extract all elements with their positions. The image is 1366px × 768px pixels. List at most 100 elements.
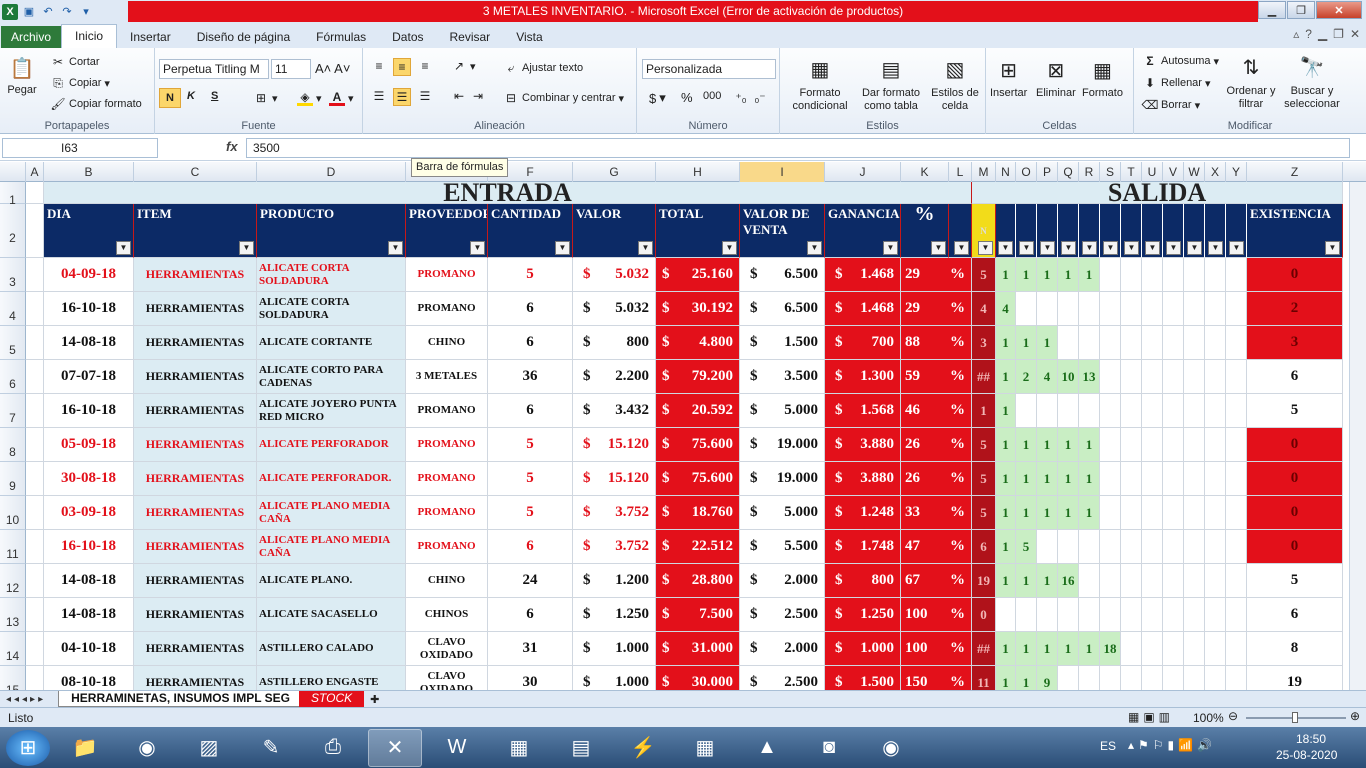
cell-venta[interactable]: $2.500 xyxy=(740,598,825,632)
cell-existencia[interactable]: 0 xyxy=(1247,428,1343,462)
cell-salida-o[interactable]: 5 xyxy=(1016,530,1037,564)
cell-dia[interactable]: 16-10-18 xyxy=(44,292,134,326)
taskbar-app-3[interactable]: ▨ xyxy=(182,729,236,767)
taskbar-explorer[interactable]: 📁 xyxy=(58,729,112,767)
taskbar-app-8[interactable]: ▦ xyxy=(492,729,546,767)
cell-venta[interactable]: $1.500 xyxy=(740,326,825,360)
fx-icon[interactable]: fx xyxy=(226,139,238,154)
zoom-level[interactable]: 100% xyxy=(1193,711,1224,725)
cell-n[interactable]: 0 xyxy=(972,598,996,632)
cell-salida-u[interactable] xyxy=(1142,530,1163,564)
cell-dia[interactable]: 07-07-18 xyxy=(44,360,134,394)
header-valor[interactable]: VALOR ▼ xyxy=(573,204,656,258)
cell-a[interactable] xyxy=(26,496,44,530)
cell-salida-y[interactable] xyxy=(1226,258,1247,292)
cell-dia[interactable]: 03-09-18 xyxy=(44,496,134,530)
filter-dropdown-icon[interactable]: ▼ xyxy=(1124,241,1139,255)
filter-dropdown-icon[interactable]: ▼ xyxy=(1229,241,1244,255)
cell-salida-y[interactable] xyxy=(1226,394,1247,428)
cell-venta[interactable]: $19.000 xyxy=(740,428,825,462)
cell-salida-s[interactable] xyxy=(1100,428,1121,462)
format-as-table-button[interactable]: ▤ Dar formato como tabla xyxy=(856,54,926,113)
tab-diseno-pagina[interactable]: Diseño de página xyxy=(184,26,303,48)
cell-valor[interactable]: $1.250 xyxy=(573,598,656,632)
customize-qat-icon[interactable]: ▾ xyxy=(78,4,94,20)
cell-salida-u[interactable] xyxy=(1142,462,1163,496)
cell-salida-o[interactable]: 1 xyxy=(1016,496,1037,530)
cell-n[interactable]: 11 xyxy=(972,666,996,690)
cell-venta[interactable]: $5.000 xyxy=(740,394,825,428)
cell-salida-y[interactable] xyxy=(1226,292,1247,326)
cell-salida-u[interactable] xyxy=(1142,394,1163,428)
column-header-t[interactable]: T xyxy=(1121,162,1142,182)
taskbar-chrome[interactable]: ◉ xyxy=(120,729,174,767)
taskbar-app-4[interactable]: ✎ xyxy=(244,729,298,767)
cell-dia[interactable]: 16-10-18 xyxy=(44,394,134,428)
column-header-w[interactable]: W xyxy=(1184,162,1205,182)
cell-existencia[interactable]: 2 xyxy=(1247,292,1343,326)
font-size-combo[interactable]: 11 xyxy=(271,59,311,79)
filter-dropdown-icon[interactable]: ▼ xyxy=(1325,241,1340,255)
italic-button[interactable]: K xyxy=(187,90,195,102)
cell-a[interactable] xyxy=(26,428,44,462)
align-top-button[interactable]: ≡ xyxy=(371,58,387,74)
cell-salida-r[interactable]: 1 xyxy=(1079,428,1100,462)
header-salida-p[interactable]: ▼ xyxy=(1037,204,1058,258)
cell-salida-y[interactable] xyxy=(1226,564,1247,598)
cell-a1[interactable] xyxy=(26,182,44,204)
cell-salida-r[interactable] xyxy=(1079,326,1100,360)
cell-salida-n[interactable]: 1 xyxy=(996,666,1016,690)
cell-cantidad[interactable]: 6 xyxy=(488,394,573,428)
cell-ganancia[interactable]: $1.300 xyxy=(825,360,901,394)
cell-producto[interactable]: ALICATE JOYERO PUNTA RED MICRO xyxy=(257,394,406,428)
taskbar-zoom[interactable]: ◙ xyxy=(802,729,856,767)
row-header-13[interactable]: 13 xyxy=(0,598,26,632)
sheet-tab-stock[interactable]: STOCK xyxy=(299,691,365,707)
cell-proveedor[interactable]: PROMANO xyxy=(406,394,488,428)
cell-a[interactable] xyxy=(26,632,44,666)
cell-valor[interactable]: $3.752 xyxy=(573,496,656,530)
cell-ganancia[interactable]: $1.468 xyxy=(825,258,901,292)
cell-proveedor[interactable]: CHINO xyxy=(406,564,488,598)
currency-button[interactable]: $ ▾ xyxy=(649,90,666,106)
cell-n[interactable]: 1 xyxy=(972,394,996,428)
cell-salida-v[interactable] xyxy=(1163,428,1184,462)
column-header-u[interactable]: U xyxy=(1142,162,1163,182)
filter-dropdown-icon[interactable]: ▼ xyxy=(116,241,131,255)
cell-valor[interactable]: $1.000 xyxy=(573,666,656,690)
cell-pct[interactable]: 59% xyxy=(901,360,972,394)
cell-producto[interactable]: ALICATE CORTA SOLDADURA xyxy=(257,258,406,292)
copy-button[interactable]: ⎘ Copiar ▾ xyxy=(50,75,110,91)
cell-item[interactable]: HERRAMIENTAS xyxy=(134,632,257,666)
cell-a[interactable] xyxy=(26,326,44,360)
cell-existencia[interactable]: 6 xyxy=(1247,598,1343,632)
cell-pct[interactable]: 29% xyxy=(901,292,972,326)
cell-salida-t[interactable] xyxy=(1121,564,1142,598)
header-salida-r[interactable]: ▼ xyxy=(1079,204,1100,258)
cell-salida-q[interactable] xyxy=(1058,598,1079,632)
cell-salida-v[interactable] xyxy=(1163,564,1184,598)
filter-dropdown-icon[interactable]: ▼ xyxy=(388,241,403,255)
cell-salida-o[interactable] xyxy=(1016,598,1037,632)
cell-salida-n[interactable]: 4 xyxy=(996,292,1016,326)
cell-total[interactable]: $25.160 xyxy=(656,258,740,292)
cell-ganancia[interactable]: $1.748 xyxy=(825,530,901,564)
undo-icon[interactable]: ↶ xyxy=(40,4,56,20)
cell-item[interactable]: HERRAMIENTAS xyxy=(134,326,257,360)
cell-salida-p[interactable]: 1 xyxy=(1037,632,1058,666)
header-salida-n[interactable]: ▼ xyxy=(996,204,1016,258)
cell-total[interactable]: $22.512 xyxy=(656,530,740,564)
cell-n[interactable]: 5 xyxy=(972,496,996,530)
cell-a[interactable] xyxy=(26,666,44,690)
name-box[interactable]: I63 xyxy=(2,138,158,158)
filter-dropdown-icon[interactable]: ▼ xyxy=(470,241,485,255)
filter-dropdown-icon[interactable]: ▼ xyxy=(555,241,570,255)
cell-salida-o[interactable]: 1 xyxy=(1016,258,1037,292)
cell-salida-n[interactable]: 1 xyxy=(996,496,1016,530)
paste-button[interactable]: 📋 Pegar xyxy=(6,52,38,97)
align-bottom-button[interactable]: ≡ xyxy=(417,58,433,74)
cell-salida-q[interactable]: 1 xyxy=(1058,632,1079,666)
align-right-button[interactable]: ☰ xyxy=(417,88,433,104)
cell-salida-t[interactable] xyxy=(1121,258,1142,292)
cell-salida-s[interactable] xyxy=(1100,394,1121,428)
